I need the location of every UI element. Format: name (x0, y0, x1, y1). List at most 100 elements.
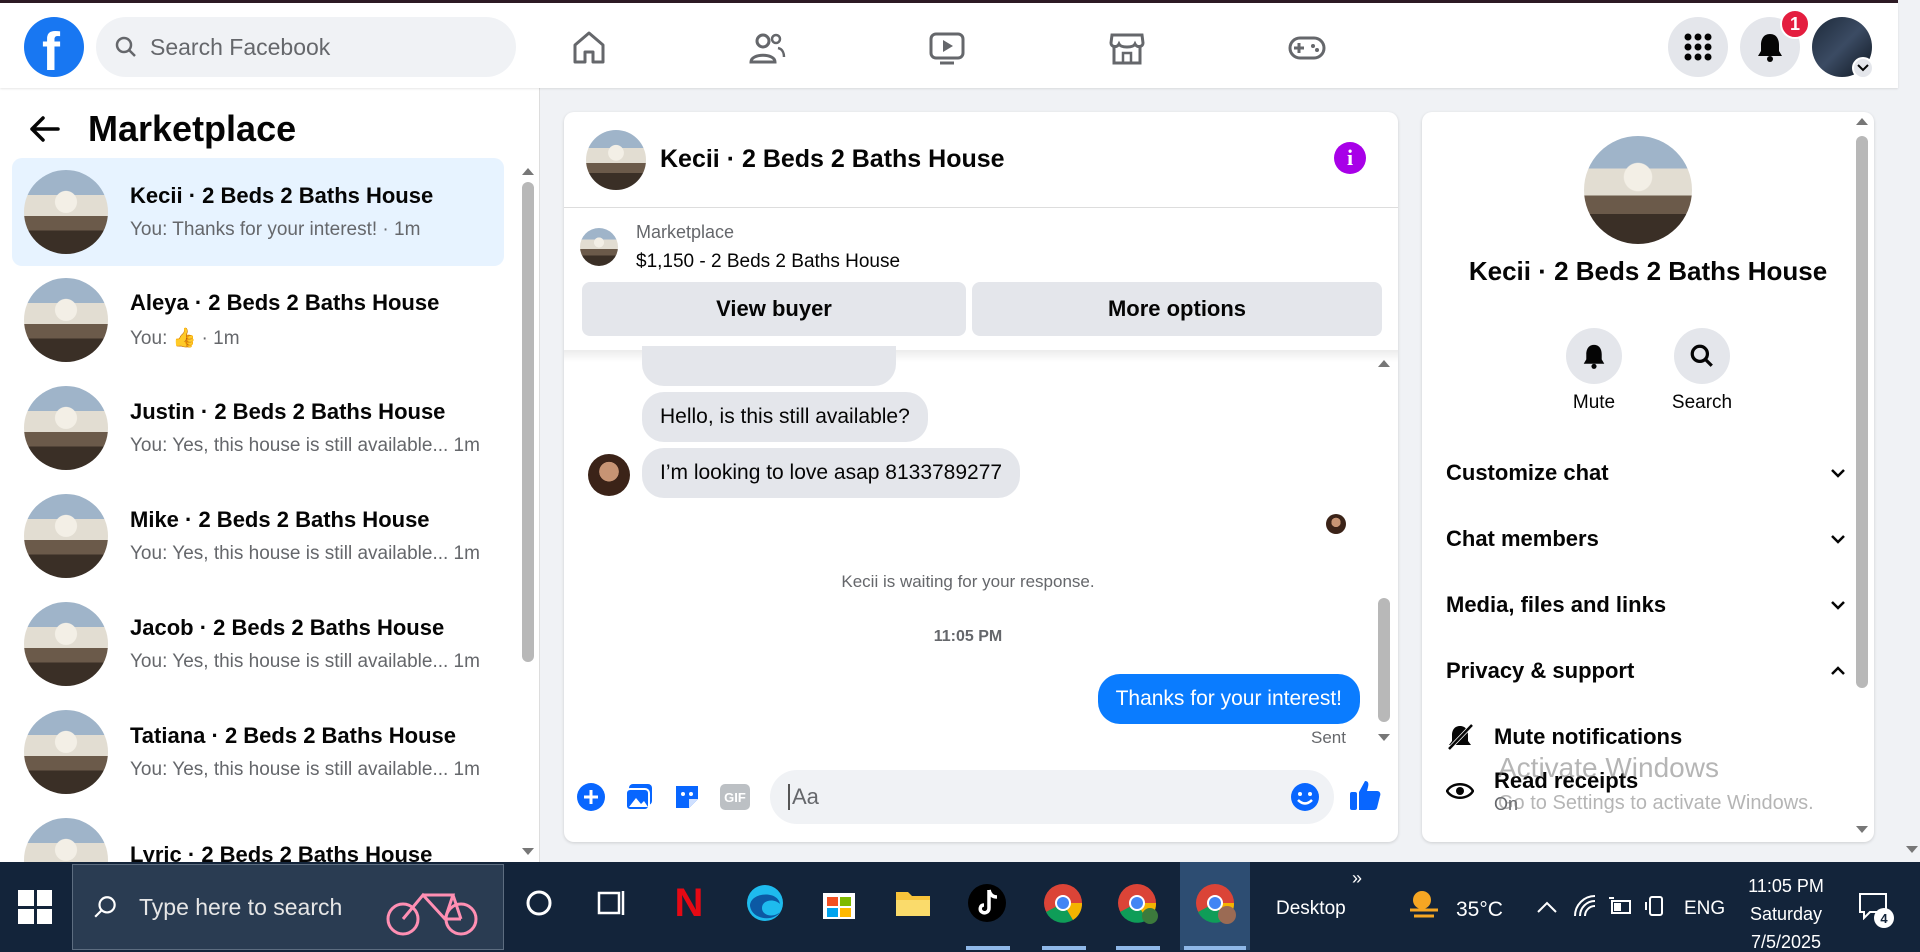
show-hidden-icons-chevron-up-icon[interactable] (1536, 900, 1558, 914)
input-language[interactable]: ENG (1684, 898, 1725, 920)
back-arrow-icon[interactable] (30, 116, 60, 142)
message-bubble: I’m looking to love asap 8133789277 (642, 448, 1021, 498)
gaming-controller-icon[interactable] (1288, 29, 1326, 67)
media-files-links-label: Media, files and links (1446, 592, 1667, 617)
photo-attach-icon[interactable] (624, 782, 654, 812)
chat-avatar[interactable] (586, 129, 646, 190)
chat-members-row[interactable]: Chat members (1446, 506, 1846, 572)
conversation-list: Kecii · 2 Beds 2 Baths House You: Thanks… (12, 158, 504, 862)
conversation-item[interactable]: Mike · 2 Beds 2 Baths House You: Yes, th… (12, 482, 504, 590)
wifi-icon[interactable] (1572, 894, 1598, 918)
facebook-logo[interactable]: f (24, 17, 84, 82)
chat-title[interactable]: Kecii · 2 Beds 2 Baths House (660, 145, 1005, 174)
contact-avatar[interactable] (1584, 136, 1692, 244)
device-icon[interactable] (1644, 894, 1668, 918)
text-cursor (788, 784, 790, 810)
notification-count-badge: 1 (1780, 9, 1810, 39)
sent-message-bubble: Thanks for your interest! (1097, 674, 1360, 724)
media-files-links-row[interactable]: Media, files and links (1446, 572, 1846, 638)
conversation-name: Jacob · 2 Beds 2 Baths House (130, 615, 445, 640)
desktop-toolbar[interactable]: Desktop (1276, 898, 1346, 920)
conversation-item[interactable]: Justin · 2 Beds 2 Baths House You: Yes, … (12, 374, 504, 482)
info-icon[interactable]: i (1334, 142, 1366, 174)
chrome-profile-icon[interactable] (1112, 878, 1162, 928)
windows-taskbar: Type here to search N Desktop » 35°C ENG… (0, 862, 1920, 952)
listing-avatar (24, 602, 108, 686)
mute-notifications-label: Mute notifications (1494, 724, 1683, 749)
view-buyer-button[interactable]: View buyer (582, 282, 966, 336)
chrome-icon[interactable] (1038, 878, 1088, 928)
chat-scrollbar[interactable] (1378, 598, 1390, 722)
customize-chat-label: Customize chat (1446, 460, 1609, 485)
add-plus-icon[interactable] (576, 782, 606, 812)
system-clock[interactable]: 11:05 PM Saturday 7/5/2025 (1736, 872, 1836, 952)
temperature[interactable]: 35°C (1456, 898, 1503, 922)
gif-icon[interactable]: GIF (720, 784, 750, 810)
taskbar-search-box[interactable]: Type here to search (72, 864, 504, 950)
message-input[interactable]: Aa (770, 770, 1334, 824)
microsoft-store-icon[interactable] (814, 878, 864, 928)
scroll-down-arrow[interactable] (522, 848, 534, 855)
conversation-preview: You: Yes, this house is still available.… (130, 651, 480, 672)
listing-avatar (24, 818, 108, 862)
task-view-icon[interactable] (586, 878, 636, 928)
edge-browser-icon[interactable] (740, 878, 790, 928)
file-explorer-icon[interactable] (888, 878, 938, 928)
conversation-item[interactable]: Kecii · 2 Beds 2 Baths House You: Thanks… (12, 158, 504, 266)
conversation-list-scrollbar[interactable] (522, 182, 534, 662)
friends-icon[interactable] (748, 29, 786, 67)
more-options-button[interactable]: More options (972, 282, 1382, 336)
conversation-name: Kecii · 2 Beds 2 Baths House (130, 183, 434, 208)
marketplace-listing-row[interactable]: Marketplace $1,150 - 2 Beds 2 Baths Hous… (580, 222, 900, 273)
conversation-name: Lyric · 2 Beds 2 Baths House (130, 842, 433, 862)
details-scroll-up-arrow[interactable] (1856, 118, 1868, 125)
account-chevron-down-icon[interactable] (1852, 57, 1874, 79)
privacy-support-row[interactable]: Privacy & support (1446, 638, 1846, 704)
marketplace-store-icon[interactable] (1108, 29, 1146, 67)
details-scroll-down-arrow[interactable] (1856, 826, 1868, 833)
facebook-search-input[interactable]: Search Facebook (96, 17, 516, 77)
message-timestamp: 11:05 PM (933, 628, 1003, 645)
conversation-preview: You: Yes, this house is still available.… (130, 435, 480, 456)
sticker-icon[interactable] (672, 782, 702, 812)
scroll-up-arrow[interactable] (522, 168, 534, 175)
like-thumbs-up-icon[interactable] (1348, 778, 1382, 812)
emoji-icon[interactable] (1290, 782, 1320, 812)
conversation-item[interactable]: Tatiana · 2 Beds 2 Baths House You: Yes,… (12, 698, 504, 806)
tiktok-icon[interactable] (962, 878, 1012, 928)
cortana-icon[interactable] (514, 878, 564, 928)
details-scrollbar[interactable] (1856, 136, 1868, 688)
weather-sun-icon[interactable] (1406, 886, 1442, 922)
privacy-support-label: Privacy & support (1446, 658, 1635, 683)
chevron-down-icon (1831, 601, 1845, 610)
chat-scroll-up-arrow[interactable] (1378, 360, 1390, 367)
windows-start-icon[interactable] (18, 890, 52, 924)
watch-video-icon[interactable] (928, 29, 966, 67)
menu-grid-button[interactable] (1668, 17, 1728, 77)
conversation-item[interactable]: Lyric · 2 Beds 2 Baths House (12, 806, 504, 862)
search-icon (115, 36, 136, 57)
search-icon (1690, 344, 1713, 367)
page-scroll-down-arrow[interactable] (1906, 846, 1918, 853)
message-input-placeholder: Aa (792, 784, 819, 809)
sender-avatar[interactable] (588, 454, 630, 496)
toolbar-overflow-chevron-icon[interactable]: » (1352, 868, 1362, 889)
search-action[interactable]: Search (1652, 328, 1752, 414)
mute-action[interactable]: Mute (1544, 328, 1644, 414)
search-label: Search (1671, 392, 1733, 413)
chrome-active-running-indicator (1184, 946, 1246, 950)
conversation-item[interactable]: Jacob · 2 Beds 2 Baths House You: Yes, t… (12, 590, 504, 698)
muted-bell-icon (1447, 723, 1474, 751)
battery-icon[interactable] (1608, 896, 1634, 916)
conversation-preview: You: 👍 · 1m (130, 328, 240, 349)
chat-scroll-down-arrow[interactable] (1378, 734, 1390, 741)
conversation-item[interactable]: Aleya · 2 Beds 2 Baths House You: 👍 · 1m (12, 266, 504, 374)
listing-title-price: $1,150 - 2 Beds 2 Baths House (636, 251, 901, 272)
netflix-icon[interactable]: N (664, 878, 714, 928)
top-navigation-bar: f Search Facebook 1 (0, 0, 1898, 88)
activate-windows-hint: Go to Settings to activate Windows. (1498, 792, 1814, 814)
chrome-active-profile-icon[interactable] (1190, 878, 1240, 928)
home-icon[interactable] (570, 29, 608, 67)
search-placeholder: Search Facebook (150, 33, 331, 60)
customize-chat-row[interactable]: Customize chat (1446, 440, 1846, 506)
